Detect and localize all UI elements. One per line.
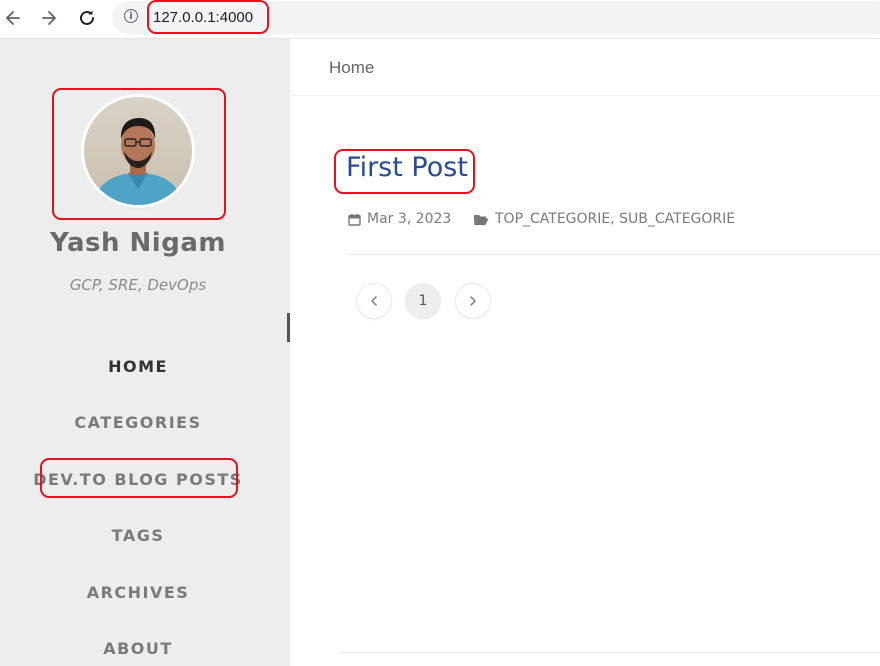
annotation-post-title-highlight: [334, 149, 475, 194]
post-categories: TOP_CATEGORIE, SUB_CATEGORIE: [473, 211, 735, 227]
nav-item-tags[interactable]: TAGS: [0, 526, 276, 545]
folder-open-icon: [473, 213, 489, 226]
active-nav-indicator: [287, 313, 290, 342]
topbar-divider: [291, 95, 880, 96]
footer-divider: [340, 652, 880, 653]
next-page-button[interactable]: [455, 283, 491, 319]
forward-button[interactable]: [36, 6, 62, 30]
site-title[interactable]: Yash Nigam: [0, 228, 276, 258]
reload-icon: [80, 10, 94, 25]
chevron-right-icon: [470, 296, 476, 306]
reload-button[interactable]: [74, 6, 100, 30]
calendar-icon: [348, 213, 361, 226]
annotation-url-highlight: [147, 0, 269, 34]
post-divider: [346, 254, 880, 255]
prev-page-button[interactable]: [356, 283, 392, 319]
arrow-left-icon: [6, 11, 20, 25]
post-date-text: Mar 3, 2023: [367, 211, 452, 227]
annotation-avatar-highlight: [52, 88, 226, 220]
back-button[interactable]: [0, 6, 26, 30]
nav-item-categories[interactable]: CATEGORIES: [0, 413, 276, 432]
nav-item-about[interactable]: ABOUT: [0, 639, 276, 658]
site-subtitle: GCP, SRE, DevOps: [69, 276, 207, 294]
info-icon[interactable]: i: [124, 9, 138, 23]
nav-item-archives[interactable]: ARCHIVES: [0, 583, 276, 602]
page-1-button[interactable]: 1: [405, 283, 441, 319]
annotation-devto-nav-highlight: [40, 458, 238, 498]
arrow-right-icon: [42, 11, 56, 25]
browser-toolbar: i 127.0.0.1:4000: [0, 0, 880, 39]
post-date: Mar 3, 2023: [348, 211, 451, 227]
nav-item-home[interactable]: HOME: [0, 357, 276, 376]
chevron-left-icon: [371, 296, 377, 306]
breadcrumb: Home: [329, 58, 375, 77]
post-categories-text[interactable]: TOP_CATEGORIE, SUB_CATEGORIE: [495, 211, 735, 227]
